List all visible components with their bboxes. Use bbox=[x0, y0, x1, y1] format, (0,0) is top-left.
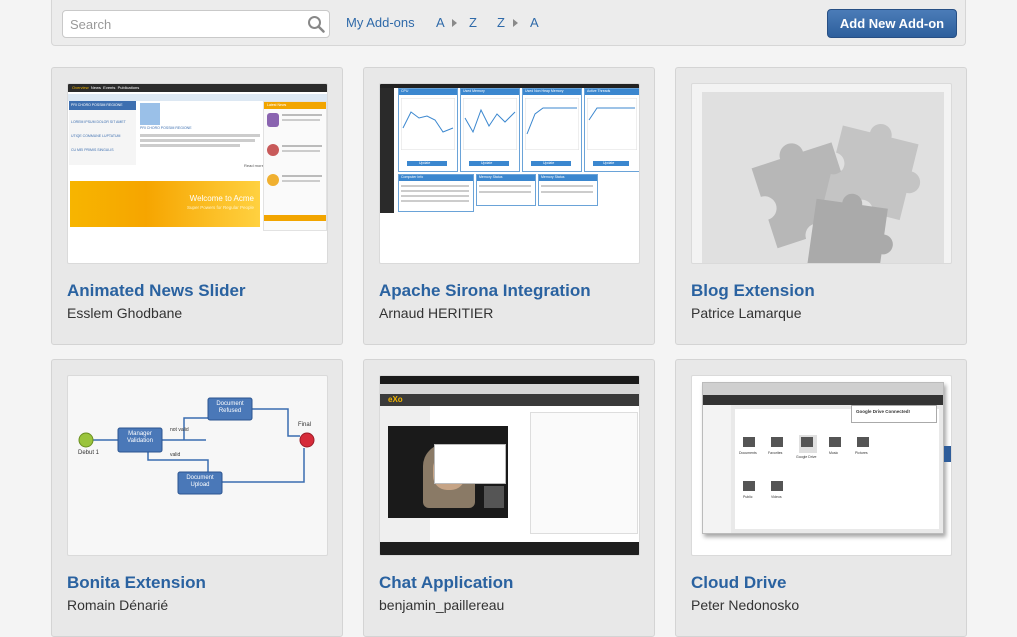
add-new-addon-button[interactable]: Add New Add-on bbox=[827, 9, 957, 38]
panel-title: CPU bbox=[401, 89, 409, 93]
side-link: LOREM IPSUM DOLOR SIT AMET bbox=[71, 120, 126, 124]
banner-subtitle: Super Powers for Regular People bbox=[186, 205, 254, 210]
update-button: Update bbox=[603, 161, 615, 165]
sort-a-z-button[interactable]: A Z bbox=[436, 12, 482, 34]
update-button: Update bbox=[481, 161, 493, 165]
addon-author: benjamin_paillereau bbox=[379, 597, 505, 613]
addon-card[interactable]: Google Drive Connected! Documents Favori… bbox=[675, 359, 967, 637]
article-image bbox=[140, 103, 160, 125]
addon-thumbnail[interactable]: eXo bbox=[379, 375, 640, 556]
notification-title: Google Drive Connected! bbox=[856, 409, 911, 414]
search-icon[interactable] bbox=[307, 15, 325, 33]
update-button: Update bbox=[419, 161, 431, 165]
flow-label: valid bbox=[170, 452, 181, 458]
sort-za-to-label: A bbox=[530, 15, 539, 30]
workflow-diagram bbox=[78, 397, 315, 495]
panel-title: Used Non Heap Memory bbox=[525, 89, 564, 93]
addon-title-link[interactable]: Cloud Drive bbox=[691, 573, 786, 593]
sort-az-from-label: A bbox=[436, 15, 445, 30]
addon-author: Romain Dénarié bbox=[67, 597, 169, 613]
addon-title-link[interactable]: Apache Sirona Integration bbox=[379, 281, 591, 301]
panel-title: Used Memory bbox=[463, 89, 485, 93]
nav-item: News bbox=[90, 85, 101, 90]
nav-item: Events bbox=[103, 85, 116, 90]
search-box bbox=[62, 10, 330, 38]
addon-card[interactable]: Overview News Events Publications PRI CH… bbox=[51, 67, 343, 345]
addon-card[interactable]: CPU Update Used Memory Update Used Non H… bbox=[363, 67, 655, 345]
addon-card[interactable]: Debut 1 Manager Validation Document Refu… bbox=[51, 359, 343, 637]
sort-z-a-button[interactable]: Z A bbox=[497, 12, 543, 34]
end-event-label: Final bbox=[298, 422, 312, 428]
folder-label: Videos bbox=[771, 495, 782, 499]
panel-title: Latest News bbox=[267, 103, 287, 107]
side-link: CU MEI PRIMIS SINGULIS bbox=[71, 148, 114, 152]
addon-title-link[interactable]: Bonita Extension bbox=[67, 573, 206, 593]
sort-az-to-label: Z bbox=[469, 15, 477, 30]
panel-title: Active Threads bbox=[587, 89, 611, 93]
task-label: Document Upload bbox=[186, 475, 214, 488]
nav-item: Overview bbox=[72, 85, 89, 90]
folder-label: Pictures bbox=[855, 451, 868, 455]
banner-title: Welcome to Acme bbox=[189, 194, 254, 203]
panel-title: Memory Status bbox=[479, 175, 503, 179]
panel-title: Memory Status bbox=[541, 175, 565, 179]
addons-toolbar: My Add-ons A Z Z A Add New Add-on bbox=[51, 0, 966, 46]
folder-label: Favorites bbox=[768, 451, 783, 455]
sidebar bbox=[380, 88, 394, 213]
sort-arrow-icon bbox=[452, 19, 457, 27]
addon-thumbnail[interactable] bbox=[691, 83, 952, 264]
folder-label: Google Drive bbox=[796, 455, 817, 459]
side-link: UTIQE COMMUNE LUPTATUM bbox=[71, 134, 121, 138]
update-button: Update bbox=[543, 161, 555, 165]
sort-arrow-icon bbox=[513, 19, 518, 27]
addon-title-link[interactable]: Animated News Slider bbox=[67, 281, 246, 301]
task-label: Manager Validation bbox=[127, 431, 153, 444]
addon-card[interactable]: Blog Extension Patrice Lamarque bbox=[675, 67, 967, 345]
folder-label: Documents bbox=[739, 451, 757, 455]
addon-thumbnail[interactable]: CPU Update Used Memory Update Used Non H… bbox=[379, 83, 640, 264]
folder-label: Public bbox=[743, 495, 753, 499]
addon-thumbnail[interactable]: Google Drive Connected! Documents Favori… bbox=[691, 375, 952, 556]
addon-title-link[interactable]: Chat Application bbox=[379, 573, 513, 593]
nav-item: Publications bbox=[117, 85, 140, 90]
addon-author: Esslem Ghodbane bbox=[67, 305, 183, 321]
flow-label: not valid bbox=[170, 427, 189, 433]
addon-author: Peter Nedonosko bbox=[691, 597, 800, 613]
side-link: PRI CHORO POSSIM REGIONE bbox=[71, 103, 123, 107]
panel-title: Computer Info bbox=[401, 175, 424, 179]
my-addons-link[interactable]: My Add-ons bbox=[346, 15, 415, 30]
addon-author: Patrice Lamarque bbox=[691, 305, 802, 321]
read-more-link: Read more bbox=[244, 163, 264, 168]
addon-card[interactable]: eXo Chat Application benjamin_paillereau bbox=[363, 359, 655, 637]
search-input[interactable] bbox=[63, 11, 300, 37]
sort-za-from-label: Z bbox=[497, 15, 505, 30]
task-label: Document Refused bbox=[216, 401, 244, 414]
exo-logo: eXo bbox=[388, 395, 403, 404]
puzzle-icon bbox=[751, 124, 921, 263]
addon-thumbnail[interactable]: Overview News Events Publications PRI CH… bbox=[67, 83, 328, 264]
start-event-label: Debut 1 bbox=[78, 450, 100, 456]
folder-label: Music bbox=[829, 451, 839, 455]
banner: Welcome to Acme Super Powers for Regular… bbox=[70, 181, 260, 227]
addon-author: Arnaud HERITIER bbox=[379, 305, 494, 321]
article-title: PRI CHORO POSSIM REGIONE bbox=[140, 126, 192, 130]
addon-title-link[interactable]: Blog Extension bbox=[691, 281, 815, 301]
addon-thumbnail[interactable]: Debut 1 Manager Validation Document Refu… bbox=[67, 375, 328, 556]
